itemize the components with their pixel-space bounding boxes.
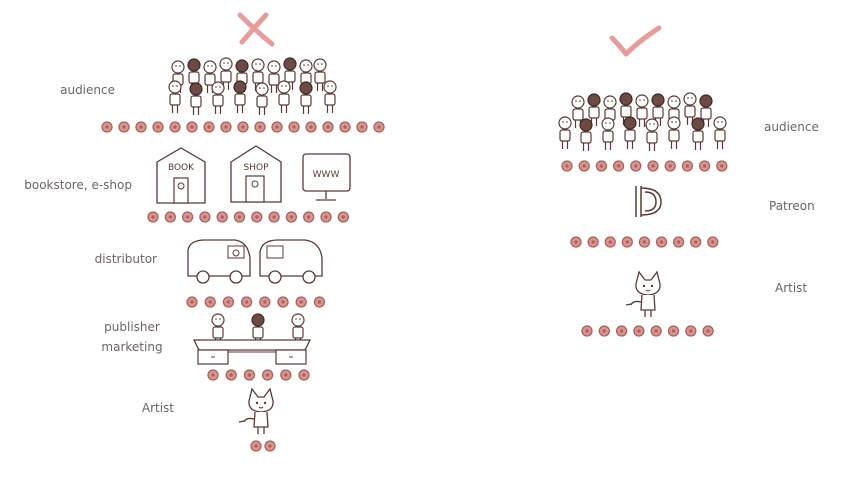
coin-dot-center (324, 215, 328, 219)
coin-dot-center (226, 300, 230, 304)
coin-dot-center (582, 164, 586, 168)
level-label-marketing: marketing (101, 340, 163, 354)
coin-dot-center (689, 329, 693, 333)
coin-dot-center (224, 125, 228, 129)
coin-dot-center (220, 215, 224, 219)
coin-dot-center (190, 125, 194, 129)
coin-dot-center (620, 329, 624, 333)
coin-dot-center (625, 240, 629, 244)
check-icon (609, 25, 662, 57)
coin-dot-center (266, 373, 270, 377)
artist-cat-icon-left (238, 388, 274, 435)
cross-icon (237, 12, 275, 47)
coin-dot-center (654, 329, 658, 333)
coin-dot-center (156, 125, 160, 129)
level-label-distributor: distributor (94, 252, 157, 266)
level-label-publisher: publisher (104, 320, 160, 334)
coin-dot-center (585, 329, 589, 333)
level-label-audience-right: audience (764, 120, 819, 134)
coin-dot-center (173, 125, 177, 129)
coin-dot-center (642, 240, 647, 244)
coin-dot-center (599, 164, 604, 168)
coin-dot-center (651, 164, 655, 168)
coin-dot-center (326, 125, 330, 129)
coin-dot-center (241, 125, 245, 129)
coin-dot-center (258, 125, 262, 129)
level-label-artist-left: Artist (141, 401, 174, 415)
coin-dot-center (302, 373, 306, 377)
coin-dot-center (281, 300, 285, 304)
coin-dot-center (574, 240, 578, 244)
coin-dot-center (292, 125, 296, 129)
coin-dot-center (602, 329, 606, 333)
shop-sign: SHOP (244, 163, 270, 173)
coin-dot-center (307, 215, 311, 219)
level-label-patreon: Patreon (769, 199, 815, 213)
coin-dot-center (591, 240, 595, 244)
coin-dot-center (659, 240, 664, 244)
delivery-van-icon (259, 239, 323, 284)
computer-monitor-icon: WWW (302, 153, 351, 201)
coin-dot-center (565, 164, 569, 168)
coin-dot-center (168, 215, 172, 219)
level-label-bookstore-eshop: bookstore, e-shop (24, 178, 132, 192)
coin-dot-center (229, 373, 233, 377)
coin-dot-center (377, 125, 381, 129)
coin-dot-center (637, 329, 641, 333)
coin-dot-center (309, 125, 313, 129)
coin-dot-center (268, 444, 272, 448)
coin-dot-center (685, 164, 690, 168)
bookstore-icon: BOOK (156, 147, 206, 204)
coin-dot-center (203, 215, 207, 219)
coin-dot-center (677, 240, 681, 244)
coin-dot-center (694, 240, 698, 244)
coin-dot-center (247, 373, 251, 377)
coin-dot-center (343, 125, 347, 129)
coin-dot-center (668, 164, 672, 168)
coin-dot-center (360, 125, 364, 129)
coin-dot-center (237, 215, 242, 219)
coin-dot-center (151, 215, 155, 219)
coin-dot-center (211, 373, 215, 377)
coin-dot-center (284, 373, 288, 377)
coin-dot-center (245, 300, 249, 304)
artist-cat-icon-right (625, 271, 661, 318)
coin-dot-center (634, 164, 638, 168)
coin-dot-center (317, 300, 321, 304)
www-sign: WWW (313, 170, 340, 180)
coin-dot-center (720, 164, 724, 168)
audience-crowd-right (558, 92, 727, 152)
coin-dot-center (299, 300, 303, 304)
coin-dot-center (208, 300, 212, 304)
audience-crowd-left (168, 57, 337, 116)
shop-icon: SHOP (230, 145, 282, 203)
coin-dot-center (289, 215, 293, 219)
coin-dot-center (139, 125, 143, 129)
coin-dot-center (122, 125, 126, 129)
level-label-artist-right: Artist (775, 281, 808, 295)
coin-dot-center (703, 164, 707, 168)
coin-dot-center (254, 444, 258, 448)
coin-dot-center (272, 215, 276, 219)
delivery-van-icon (187, 239, 251, 284)
patreon-logo-icon (635, 186, 662, 217)
coin-dot-center (608, 240, 612, 244)
level-label-audience-left: audience (60, 83, 115, 97)
book-sign: BOOK (168, 163, 195, 173)
coin-dot-center (617, 164, 621, 168)
coin-dot-center (255, 215, 259, 219)
coin-dot-center (671, 329, 676, 333)
coin-dot-center (275, 125, 279, 129)
publisher-desk-icon (192, 313, 312, 365)
coin-dot-center (263, 300, 267, 304)
coin-dot-center (207, 125, 211, 129)
coin-dot-center (186, 215, 190, 219)
coin-dot-center (706, 329, 710, 333)
coin-dot-center (341, 215, 345, 219)
coin-dot-center (105, 125, 109, 129)
coin-dot-center (190, 300, 194, 304)
coin-dot-center (711, 240, 715, 244)
